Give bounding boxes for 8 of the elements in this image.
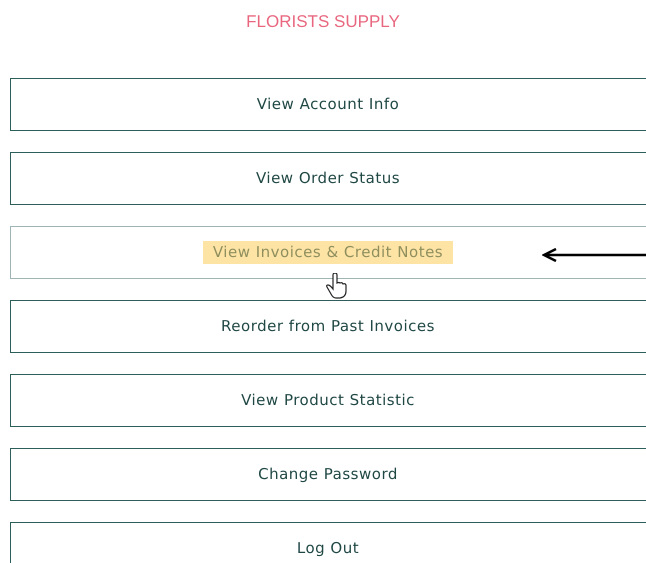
menu-button[interactable]: Log Out	[10, 522, 646, 563]
site-title: FLORISTS SUPPLY	[246, 11, 400, 33]
menu-button[interactable]: View Order Status	[10, 152, 646, 205]
hand-cursor-icon	[326, 273, 348, 299]
menu-button[interactable]: Reorder from Past Invoices	[10, 300, 646, 353]
menu-button[interactable]: View Product Statistic	[10, 374, 646, 427]
menu-button[interactable]: View Account Info	[10, 78, 646, 131]
menu-button[interactable]: Change Password	[10, 448, 646, 501]
